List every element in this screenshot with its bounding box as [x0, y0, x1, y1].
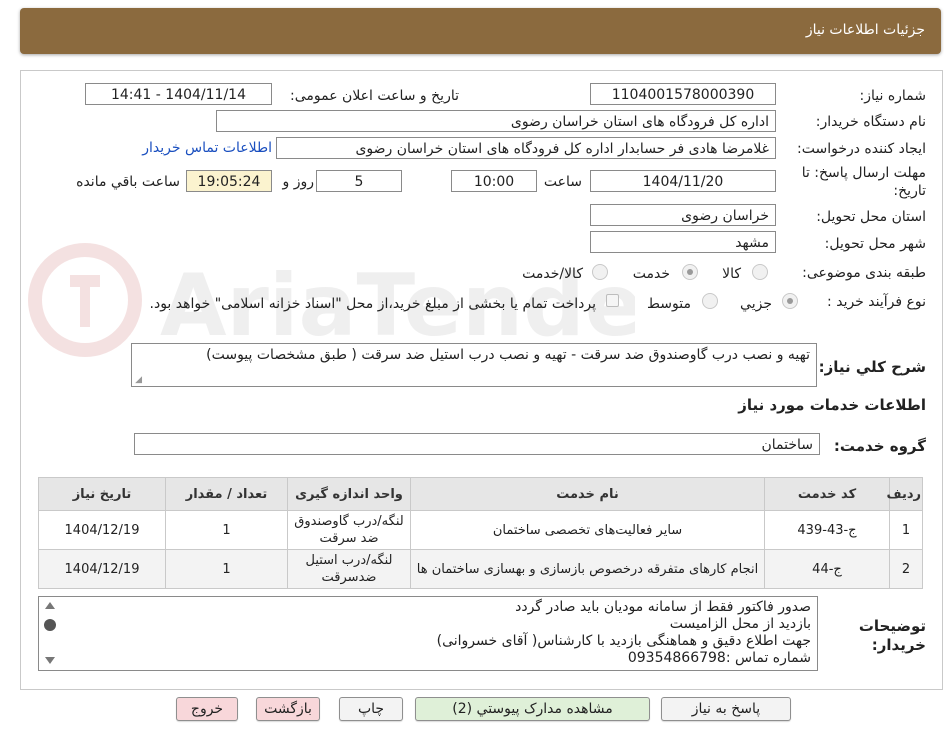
row-index: 2 [889, 549, 923, 589]
resize-grip-icon[interactable]: ◢ [134, 376, 142, 385]
treasury-payment-note: پرداخت تمام یا بخشی از مبلغ خرید،از محل … [149, 296, 596, 312]
services-section-title: اطلاعات خدمات مورد نیاز [738, 396, 926, 414]
requester-field[interactable]: غلامرضا هادی فر حسابدار اداره کل فرودگاه… [276, 137, 776, 159]
row-qty: 1 [165, 549, 288, 589]
buyer-contact-link[interactable]: اطلاعات تماس خریدار [142, 140, 272, 156]
buyer-org-field[interactable]: اداره کل فرودگاه های استان خراسان رضوی [216, 110, 776, 132]
deadline-time-field[interactable]: 10:00 [451, 170, 537, 192]
print-button[interactable]: چاپ [339, 697, 403, 721]
deadline-days-label: روز و [282, 174, 315, 190]
page-title: جزئیات اطلاعات نیاز [805, 22, 925, 38]
category-option-goods-service: کالا/خدمت [522, 266, 583, 282]
process-option-minor: جزیي [740, 296, 772, 312]
province-field[interactable]: خراسان رضوی [590, 204, 776, 226]
notes-label-line1: توضیحات [858, 617, 926, 635]
row-code: ج-44 [764, 549, 890, 589]
notes-scrollbar[interactable] [41, 599, 59, 668]
row-qty: 1 [165, 510, 288, 550]
column-header-qty: تعداد / مقدار [165, 477, 288, 511]
summary-text: تهیه و نصب درب گاوصندوق ضد سرقت - تهیه و… [206, 347, 810, 363]
category-radio-goods-service[interactable] [592, 264, 608, 280]
exit-button[interactable]: خروج [176, 697, 238, 721]
row-code: ج-43-439 [764, 510, 890, 550]
deadline-label-line1: مهلت ارسال پاسخ: تا [801, 165, 926, 181]
notes-label-line2: خریدار: [871, 636, 926, 654]
row-name: سایر فعالیت‌های تخصصی ساختمان [410, 510, 765, 550]
process-option-medium: متوسط [647, 296, 691, 312]
table-row[interactable]: 2 ج-44 انجام کارهای متفرقه درخصوص بازساز… [38, 549, 923, 589]
reply-button[interactable]: پاسخ به نیاز [661, 697, 791, 721]
service-group-field[interactable]: ساختمان [134, 433, 820, 455]
row-date: 1404/12/19 [38, 510, 166, 550]
row-date: 1404/12/19 [38, 549, 166, 589]
buyer-notes-textarea[interactable]: صدور فاکتور فقط از سامانه مودیان باید صا… [38, 596, 818, 671]
remaining-time-label: ساعت باقي مانده [76, 174, 180, 190]
scroll-thumb[interactable] [44, 619, 56, 631]
notes-line: صدور فاکتور فقط از سامانه مودیان باید صا… [515, 599, 811, 615]
process-radio-minor[interactable] [782, 293, 798, 309]
notes-line: بازدید از محل الزامیست [669, 616, 811, 632]
process-label: نوع فرآیند خرید : [827, 294, 926, 310]
process-radio-medium[interactable] [702, 293, 718, 309]
city-label: شهر محل تحویل: [824, 236, 926, 252]
category-radio-service[interactable] [682, 264, 698, 280]
column-header-date: تاریخ نیاز [38, 477, 166, 511]
row-index: 1 [889, 510, 923, 550]
back-button[interactable]: بازگشت [256, 697, 320, 721]
category-option-goods: کالا [722, 266, 741, 282]
column-header-code: کد خدمت [764, 477, 890, 511]
buyer-org-label: نام دستگاه خریدار: [815, 114, 926, 130]
category-label: طبقه بندی موضوعی: [802, 265, 926, 281]
announce-field[interactable]: 1404/11/14 - 14:41 [85, 83, 272, 105]
scroll-up-icon[interactable] [45, 602, 55, 609]
category-option-service: خدمت [632, 266, 670, 282]
row-unit: لنگه/درب استیل ضدسرقت [287, 549, 411, 589]
deadline-date-field[interactable]: 1404/11/20 [590, 170, 776, 192]
column-header-unit: واحد اندازه گیری [287, 477, 411, 511]
announce-label: تاریخ و ساعت اعلان عمومی: [290, 88, 459, 104]
page-header: جزئیات اطلاعات نیاز [20, 8, 941, 54]
row-name: انجام کارهای متفرقه درخصوص بازسازی و بهس… [410, 549, 765, 589]
remaining-time-field: 19:05:24 [186, 170, 272, 192]
row-unit: لنگه/درب گاوصندوق ضد سرقت [287, 510, 411, 550]
category-radio-goods[interactable] [752, 264, 768, 280]
city-field[interactable]: مشهد [590, 231, 776, 253]
summary-label: شرح کلي نياز: [818, 358, 926, 376]
province-label: استان محل تحویل: [816, 209, 926, 225]
deadline-time-label: ساعت [543, 174, 582, 190]
view-attachments-button[interactable]: مشاهده مدارک پیوستي (2) [415, 697, 650, 721]
requester-label: ایجاد کننده درخواست: [797, 141, 926, 157]
column-header-index: ردیف [886, 477, 923, 511]
table-header-row: ردیف کد خدمت نام خدمت واحد اندازه گیری ت… [38, 477, 923, 511]
deadline-label-line2: تاریخ: [893, 183, 926, 199]
services-table: ردیف کد خدمت نام خدمت واحد اندازه گیری ت… [38, 477, 923, 589]
treasury-payment-checkbox[interactable] [606, 294, 619, 307]
notes-line: شماره تماس :09354866798 [627, 650, 811, 666]
need-number-label: شماره نیاز: [859, 88, 927, 104]
table-row[interactable]: 1 ج-43-439 سایر فعالیت‌های تخصصی ساختمان… [38, 510, 923, 550]
deadline-days-field[interactable]: 5 [316, 170, 402, 192]
column-header-name: نام خدمت [410, 477, 765, 511]
service-group-label: گروه خدمت: [833, 437, 926, 455]
notes-line: جهت اطلاع دقیق و هماهنگی بازدید با کارشن… [436, 633, 811, 649]
summary-textarea[interactable]: تهیه و نصب درب گاوصندوق ضد سرقت - تهیه و… [131, 343, 817, 387]
need-number-field[interactable]: 1104001578000390 [590, 83, 776, 105]
scroll-down-icon[interactable] [45, 657, 55, 664]
